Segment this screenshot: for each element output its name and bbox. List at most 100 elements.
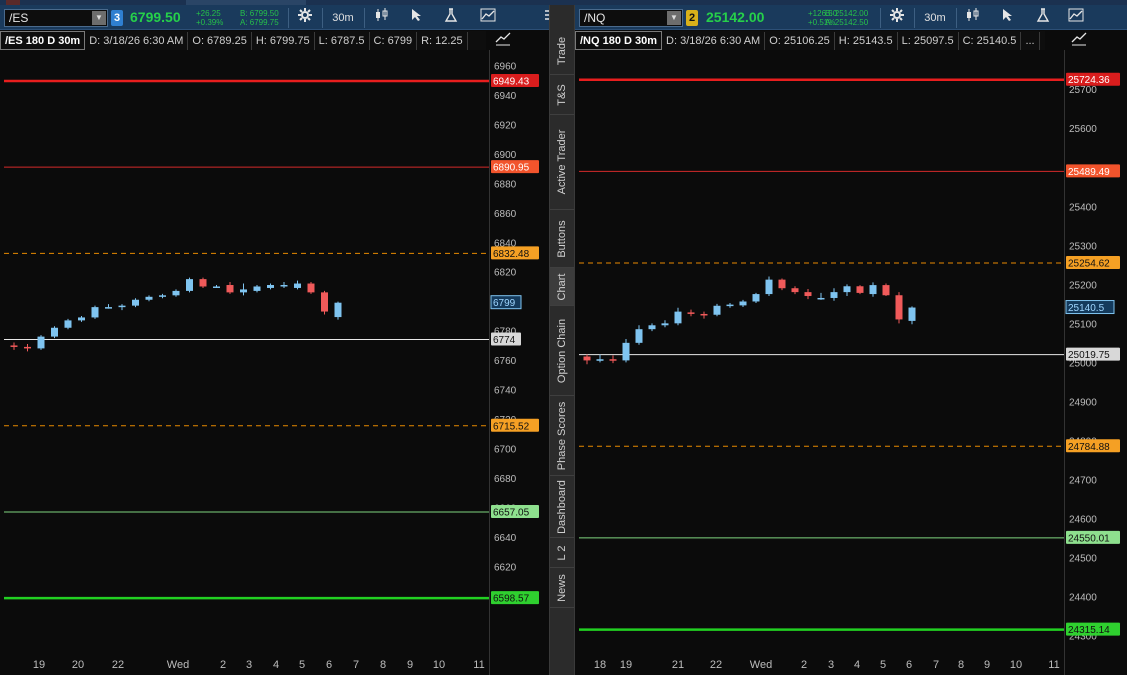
chart-title: /NQ 180 D 30m (575, 31, 663, 50)
candle-down (856, 286, 864, 293)
link-group-badge[interactable]: 2 (686, 10, 698, 26)
candle-up (635, 329, 643, 343)
gear-icon[interactable] (294, 8, 316, 28)
info-close: C: 25140.5 (959, 32, 1022, 50)
symbol-dropdown-icon[interactable]: ▼ (667, 11, 681, 25)
y-tick-label: 24500 (1069, 553, 1097, 564)
y-tick-label: 6700 (494, 445, 517, 456)
candle-up (648, 325, 656, 330)
chart-title: /ES 180 D 30m (0, 31, 86, 50)
drawing-icon[interactable] (1065, 8, 1087, 28)
level-price-label: 24784.88 (1068, 442, 1110, 453)
candle-up (172, 290, 180, 296)
drawing-icon[interactable] (492, 32, 514, 50)
info-low: L: 6787.5 (315, 32, 370, 50)
side-tab-dashboard[interactable]: Dashboard (550, 476, 574, 538)
x-tick-label: 8 (958, 659, 964, 671)
ask-value: A: 6799.75 (240, 18, 279, 27)
info-high: H: 6799.75 (252, 32, 315, 50)
timeframe-button[interactable]: 30m (328, 8, 358, 28)
info-date: D: 3/18/26 6:30 AM (662, 32, 766, 50)
candle-up (64, 320, 72, 328)
y-tick-label: 24600 (1069, 514, 1097, 525)
link-group-badge[interactable]: 3 (111, 10, 123, 26)
candle-up (213, 286, 220, 288)
x-tick-label: 2 (220, 659, 226, 671)
side-tab-trade[interactable]: Trade (550, 27, 574, 75)
candle-up (145, 296, 153, 300)
x-tick-label: 3 (246, 659, 252, 671)
drawing-icon[interactable] (1068, 32, 1090, 50)
candles-style-icon[interactable] (963, 8, 983, 28)
y-tick-label: 24400 (1069, 592, 1097, 603)
candle-up (51, 327, 58, 337)
y-tick-label: 24900 (1069, 397, 1097, 408)
gear-icon[interactable] (886, 8, 908, 28)
side-tab-active-trader[interactable]: Active Trader (550, 115, 574, 210)
candle-up (713, 305, 721, 315)
x-tick-label: 11 (473, 659, 484, 671)
net-change: +26.25 +0.39% (196, 9, 223, 27)
x-tick-label: 2 (801, 659, 807, 671)
info-high: H: 25143.5 (835, 32, 898, 50)
toolbar-divider (322, 8, 323, 28)
cursor-icon[interactable] (999, 8, 1017, 28)
symbol-input[interactable]: /NQ ▼ (579, 9, 683, 27)
level-price-label: 6657.05 (493, 507, 530, 518)
side-tab-label: Active Trader (556, 129, 568, 195)
side-tab-t-s[interactable]: T&S (550, 75, 574, 115)
timeframe-button[interactable]: 30m (920, 8, 950, 28)
price-chart[interactable]: 6960694069206900688068606840682068006780… (0, 50, 549, 675)
level-price-label: 6598.57 (493, 594, 530, 605)
candle-up (132, 299, 139, 306)
price-chart[interactable]: 2570025600255002540025300252002510025000… (575, 50, 1127, 675)
side-tab-news[interactable]: News (550, 568, 574, 608)
side-tabs: Trade T&S Active Trader Buttons Chart Option … (549, 5, 575, 675)
flask-icon[interactable] (1033, 8, 1053, 28)
drawing-icon[interactable] (477, 8, 499, 28)
bid-value: B: 25142.00 (825, 9, 869, 18)
candle-up (267, 285, 274, 288)
y-tick-label: 6920 (494, 120, 517, 131)
candle-up (843, 286, 851, 293)
side-tab-l-2[interactable]: L 2 (550, 538, 574, 568)
candle-up (91, 307, 99, 318)
candle-up (37, 336, 45, 349)
y-tick-label: 25600 (1069, 124, 1097, 135)
side-tab-phase-scores[interactable]: Phase Scores (550, 396, 574, 476)
flask-icon[interactable] (441, 8, 461, 28)
candle-up (817, 297, 825, 300)
level-price-label: 24550.01 (1068, 533, 1110, 544)
side-tab-label: Option Chain (556, 318, 568, 383)
x-tick-label: 3 (828, 659, 834, 671)
level-price-label: 25019.75 (1068, 350, 1110, 361)
chart-toolbar: /ES ▼ 3 6799.50 +26.25 +0.39% B: 6799.50… (0, 5, 557, 30)
candle-up (674, 311, 682, 324)
toolbar-divider (880, 8, 881, 28)
x-tick-label: 5 (880, 659, 886, 671)
candle-up (78, 317, 85, 321)
y-tick-label: 25400 (1069, 202, 1097, 213)
candles-style-icon[interactable] (372, 8, 392, 28)
y-tick-label: 6960 (494, 61, 517, 72)
candle-down (24, 346, 31, 349)
candle-down (583, 356, 591, 361)
cursor-icon[interactable] (408, 8, 426, 28)
side-tab-option-chain[interactable]: Option Chain (550, 306, 574, 396)
last-price: 25142.00 (706, 9, 765, 25)
y-tick-label: 25100 (1069, 319, 1097, 330)
level-price-label: 6832.48 (493, 249, 530, 260)
candle-up (280, 285, 288, 287)
side-tab-chart[interactable]: Chart (550, 268, 574, 306)
candle-up (869, 285, 877, 295)
y-tick-label: 25200 (1069, 280, 1097, 291)
last-price-label: 6799 (493, 298, 516, 309)
symbol-dropdown-icon[interactable]: ▼ (92, 11, 106, 25)
side-tab-buttons[interactable]: Buttons (550, 210, 574, 268)
x-tick-label: 8 (380, 659, 386, 671)
candle-down (609, 359, 617, 361)
symbol-input[interactable]: /ES ▼ (4, 9, 108, 27)
x-tick-label: 19 (620, 659, 632, 671)
candle-up (118, 305, 126, 308)
level-price-label: 6890.95 (493, 163, 530, 174)
